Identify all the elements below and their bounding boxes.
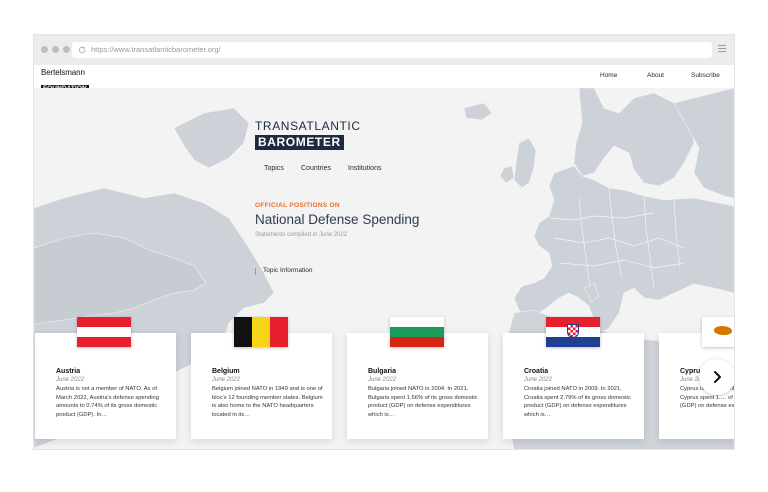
card-summary: Austria is not a member of NATO. As of M… bbox=[56, 386, 159, 418]
logo-bottom: BAROMETER bbox=[255, 135, 344, 150]
reload-icon[interactable] bbox=[78, 46, 86, 54]
topic-kicker: OFFICIAL POSITIONS ON bbox=[255, 202, 340, 209]
country-card-belgium[interactable]: Belgium June 2022 Belgium joined NATO in… bbox=[191, 333, 332, 439]
url-text: https://www.transatlanticbarometer.org/ bbox=[91, 45, 221, 54]
window-dot[interactable] bbox=[52, 46, 59, 53]
window-dot[interactable] bbox=[41, 46, 48, 53]
hero-section: TRANSATLANTIC BAROMETER Topics Countries… bbox=[34, 88, 734, 449]
card-country-name: Croatia bbox=[524, 368, 549, 375]
card-date: June 2022 bbox=[524, 377, 553, 383]
flag-croatia-icon bbox=[546, 317, 600, 347]
card-country-name: Austria bbox=[56, 368, 81, 375]
card-country-name: Bulgaria bbox=[368, 368, 397, 375]
flag-belgium-icon bbox=[234, 317, 288, 347]
address-bar[interactable]: https://www.transatlanticbarometer.org/ bbox=[72, 42, 712, 58]
menu-icon[interactable] bbox=[718, 45, 726, 54]
country-card-bulgaria[interactable]: Bulgaria June 2022 Bulgaria joined NATO … bbox=[347, 333, 488, 439]
tab-topics[interactable]: Topics bbox=[264, 165, 284, 172]
tab-countries[interactable]: Countries bbox=[301, 165, 331, 172]
window-controls bbox=[41, 46, 70, 53]
site-header: Bertelsmann FOUNDATION Home About Subscr… bbox=[34, 65, 734, 93]
country-card-croatia[interactable]: Croatia June 2022 Croatia joined NATO in… bbox=[503, 333, 644, 439]
logo-top: TRANSATLANTIC bbox=[255, 119, 361, 133]
country-card-austria[interactable]: Austria June 2022 Austria is not a membe… bbox=[35, 333, 176, 439]
tab-institutions[interactable]: Institutions bbox=[348, 165, 381, 172]
compiled-date: Statements compiled in June 2022 bbox=[255, 232, 348, 238]
card-country-name: Belgium bbox=[212, 368, 240, 375]
flag-cyprus-icon bbox=[702, 317, 734, 347]
flag-bulgaria-icon bbox=[390, 317, 444, 347]
topic-info-marker bbox=[255, 268, 256, 275]
chevron-right-icon bbox=[714, 371, 721, 383]
card-date: June 2022 bbox=[56, 377, 85, 383]
card-summary: Bulgaria joined NATO in 2004. In 2021, B… bbox=[368, 386, 478, 418]
window-dot[interactable] bbox=[63, 46, 70, 53]
browser-toolbar: https://www.transatlanticbarometer.org/ bbox=[34, 35, 734, 65]
nav-home[interactable]: Home bbox=[600, 72, 617, 79]
card-summary: Belgium joined NATO in 1949 and is one o… bbox=[212, 386, 323, 418]
flag-austria-icon bbox=[77, 317, 131, 347]
nav-subscribe[interactable]: Subscribe bbox=[691, 72, 720, 79]
carousel-next-button[interactable] bbox=[699, 359, 734, 395]
site-logo[interactable]: TRANSATLANTIC BAROMETER bbox=[255, 120, 361, 151]
topic-information-link[interactable]: Topic Information bbox=[263, 267, 313, 274]
card-date: June 2022 bbox=[212, 377, 241, 383]
browser-window: https://www.transatlanticbarometer.org/ … bbox=[33, 34, 735, 450]
page-title: National Defense Spending bbox=[255, 212, 420, 227]
card-date: June 2022 bbox=[368, 377, 397, 383]
nav-about[interactable]: About bbox=[647, 72, 664, 79]
brand-name: Bertelsmann bbox=[41, 68, 85, 77]
card-summary: Croatia joined NATO in 2009. In 2021, Cr… bbox=[524, 386, 631, 418]
